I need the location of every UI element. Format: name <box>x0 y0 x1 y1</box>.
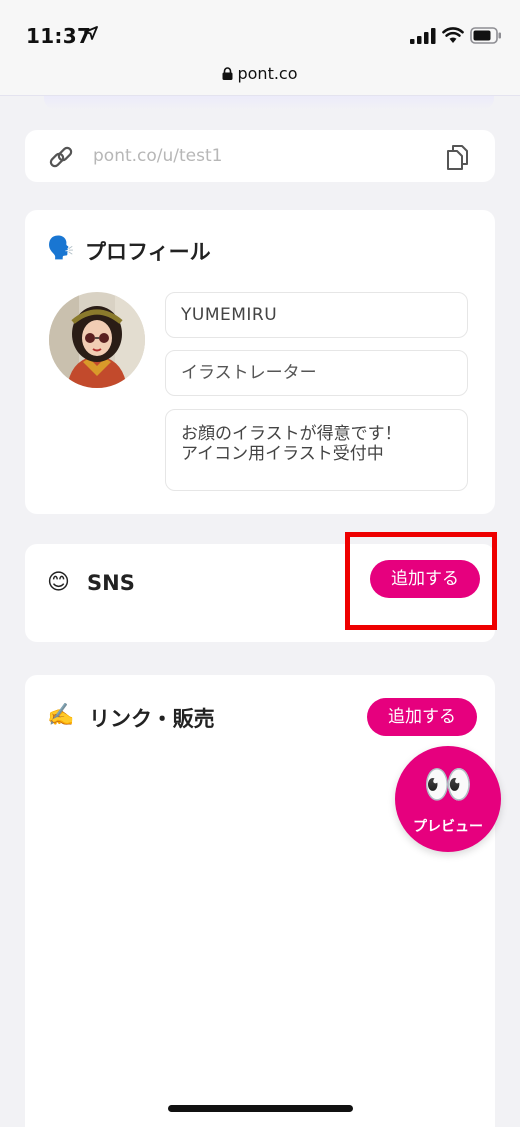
profile-section-title: プロフィール <box>85 240 211 264</box>
smiling-face-emoji: 😊 <box>47 570 70 595</box>
public-url-text[interactable]: pont.co/u/test1 <box>93 146 222 166</box>
cellular-signal-icon <box>410 28 436 44</box>
copy-icon[interactable] <box>443 142 473 172</box>
bio-textarea[interactable]: お顔のイラストが得意です！ アイコン用イラスト受付中 <box>165 409 468 491</box>
home-indicator[interactable] <box>168 1105 353 1112</box>
browser-domain: pont.co <box>237 64 298 83</box>
preview-label: プレビュー <box>413 819 483 835</box>
browser-address-bar[interactable]: pont.co <box>0 56 520 96</box>
highlight-box <box>345 532 497 630</box>
status-bar: 11:37 <box>0 0 520 56</box>
preview-button[interactable]: 👀 プレビュー <box>395 746 501 852</box>
location-arrow-icon <box>84 26 98 40</box>
name-field[interactable]: YUMEMIRU <box>165 292 468 338</box>
links-card: ✍️ リンク・販売 追加する <box>25 675 495 1127</box>
lock-icon <box>222 67 233 80</box>
bio-line: アイコン用イラスト受付中 <box>181 444 384 464</box>
avatar[interactable] <box>49 292 145 388</box>
battery-icon <box>470 27 501 44</box>
wifi-icon <box>442 27 464 43</box>
public-url-card: pont.co/u/test1 <box>25 130 495 182</box>
status-time: 11:37 <box>26 24 92 48</box>
profile-card: 🗣️ プロフィール YUMEMIRU イラストレーター お顔のイラストが得意です… <box>25 210 495 514</box>
speaking-head-emoji: 🗣️ <box>47 236 75 261</box>
sns-section-title: SNS <box>87 571 135 595</box>
title-field[interactable]: イラストレーター <box>165 350 468 396</box>
link-icon <box>49 146 73 168</box>
links-section-title: リンク・販売 <box>89 707 215 731</box>
avatar-illustration <box>49 292 145 388</box>
bio-line: お顔のイラストが得意です！ <box>181 424 402 444</box>
eyes-emoji: 👀 <box>423 762 473 808</box>
previous-card-edge <box>44 96 494 110</box>
add-link-button[interactable]: 追加する <box>367 698 477 736</box>
writing-hand-emoji: ✍️ <box>47 703 75 728</box>
